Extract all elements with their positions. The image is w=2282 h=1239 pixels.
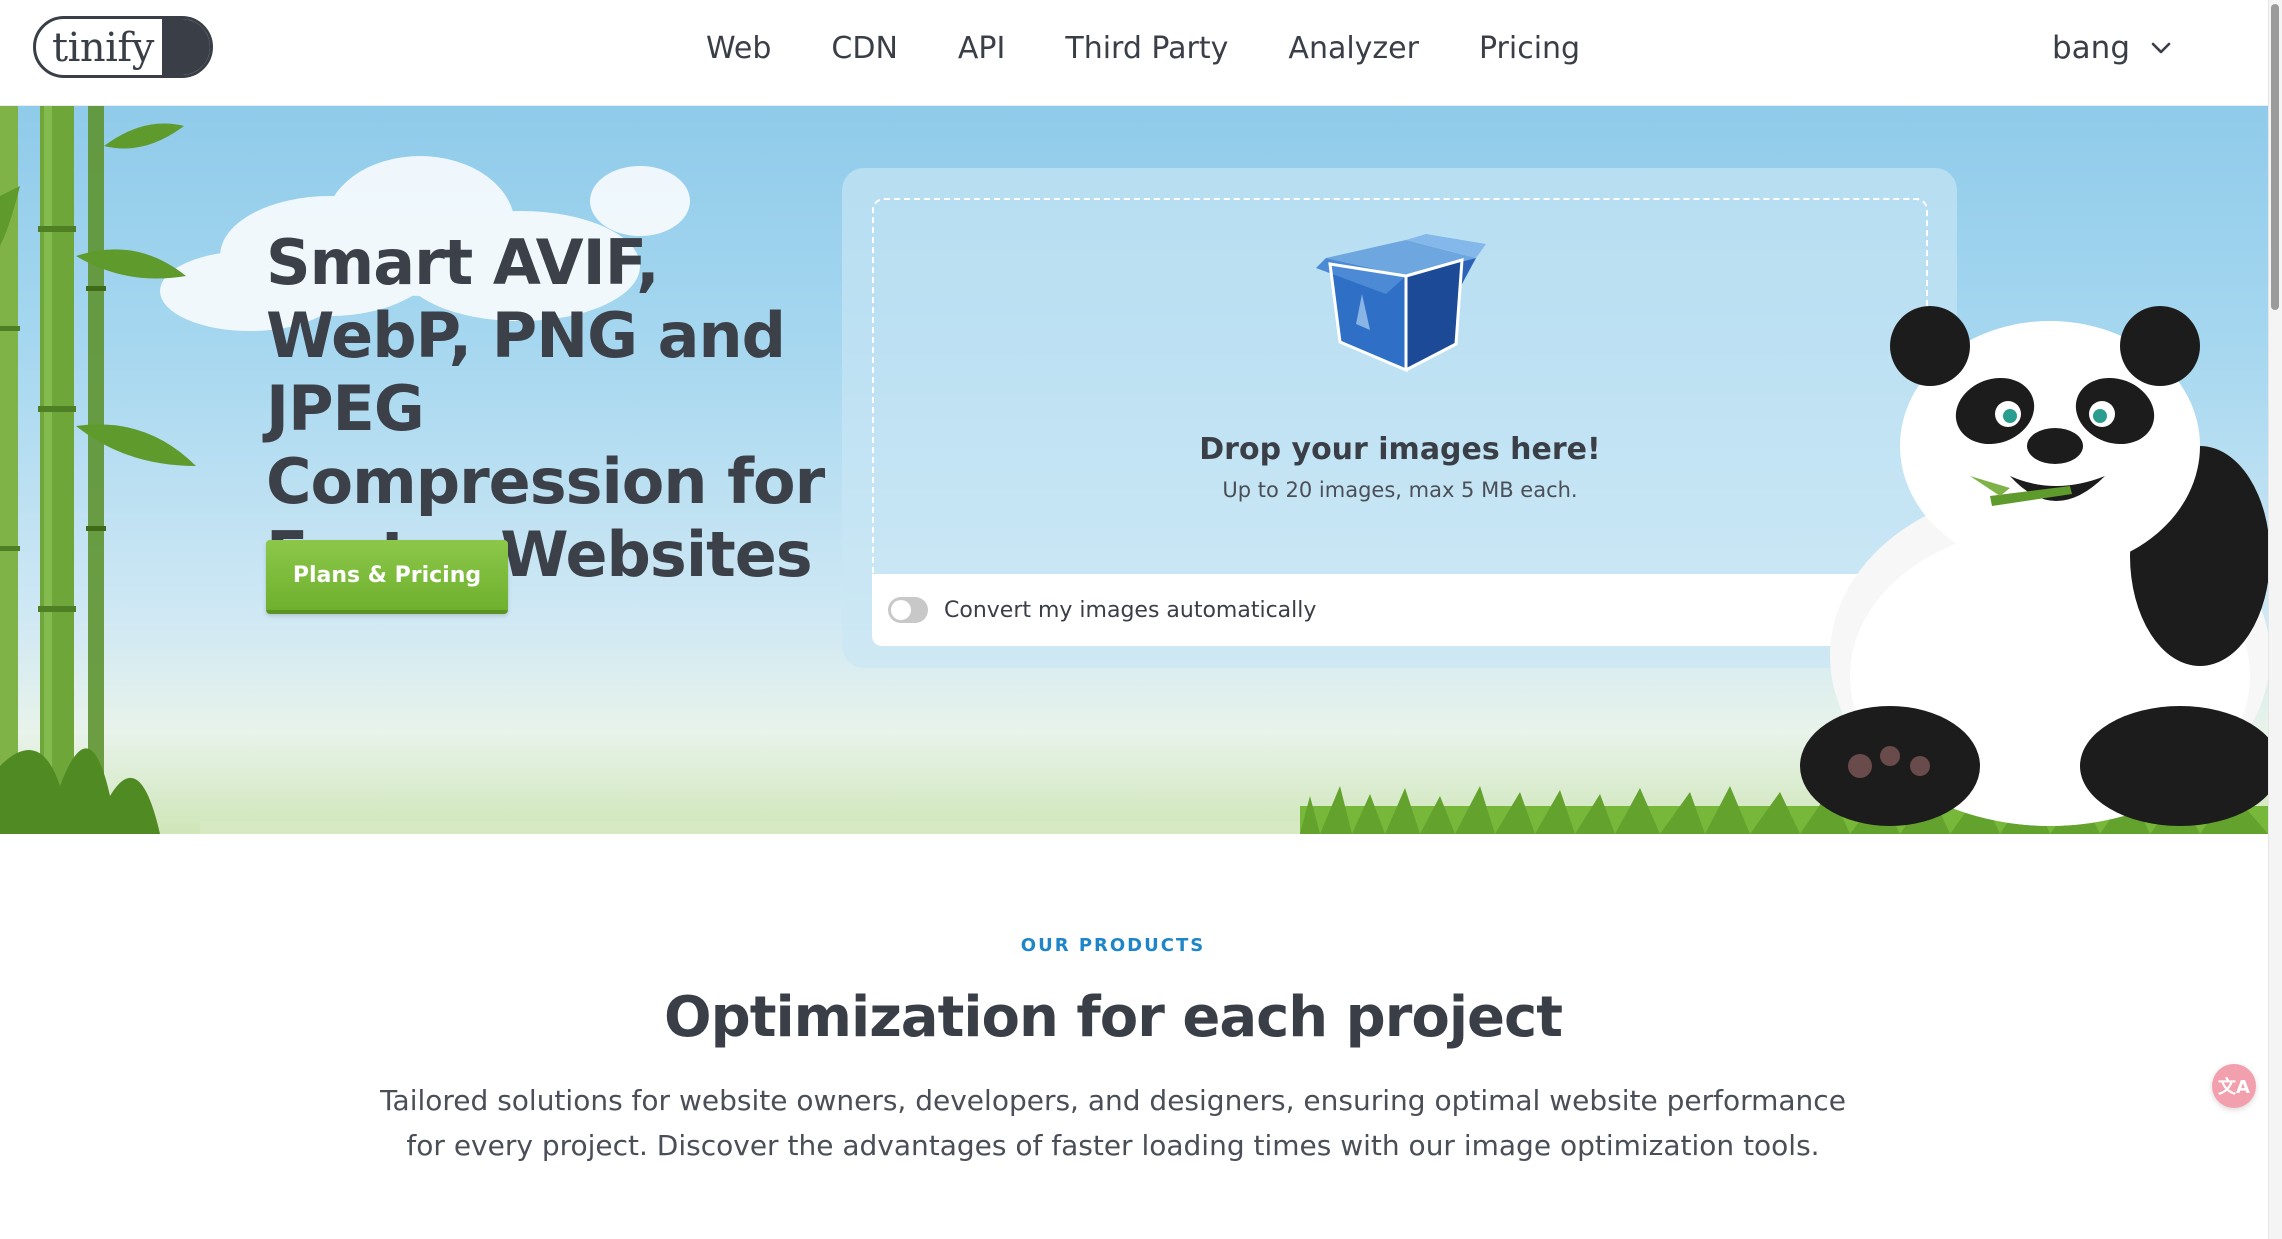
toggle-knob	[891, 600, 911, 620]
hero-section: Smart AVIF, WebP, PNG and JPEG Compressi…	[0, 106, 2268, 834]
nav-pricing[interactable]: Pricing	[1479, 31, 1580, 66]
nav-third-party[interactable]: Third Party	[1065, 31, 1228, 66]
open-box-icon	[1316, 234, 1486, 378]
logo-toggle-shape	[162, 19, 210, 75]
section-title: Optimization for each project	[664, 985, 1563, 1050]
nav-api[interactable]: API	[958, 31, 1005, 66]
nav-analyzer[interactable]: Analyzer	[1288, 31, 1419, 66]
site-header: tinify Web CDN API Third Party Analyzer …	[0, 0, 2268, 106]
main-nav: Web CDN API Third Party Analyzer Pricing	[706, 0, 1640, 96]
chevron-down-icon	[2148, 35, 2174, 61]
user-menu[interactable]: bang	[2052, 0, 2174, 96]
plans-pricing-button[interactable]: Plans & Pricing	[266, 540, 508, 614]
hero-title: Smart AVIF, WebP, PNG and JPEG Compressi…	[266, 226, 825, 591]
convert-toggle[interactable]	[888, 597, 928, 623]
nav-web[interactable]: Web	[706, 31, 771, 66]
logo-text: tinify	[52, 25, 154, 71]
convert-label: Convert my images automatically	[944, 597, 1317, 623]
section-description: Tailored solutions for website owners, d…	[380, 1084, 1846, 1162]
scrollbar-thumb[interactable]	[2271, 4, 2279, 310]
user-name: bang	[2052, 30, 2130, 66]
translate-icon[interactable]: 文A	[2212, 1064, 2256, 1108]
panda-mascot-image	[1800, 306, 2268, 826]
nav-cdn[interactable]: CDN	[831, 31, 898, 66]
translate-label: 文A	[2218, 1077, 2250, 1098]
section-eyebrow: OUR PRODUCTS	[1020, 935, 1206, 956]
tinify-logo[interactable]: tinify	[33, 16, 213, 78]
